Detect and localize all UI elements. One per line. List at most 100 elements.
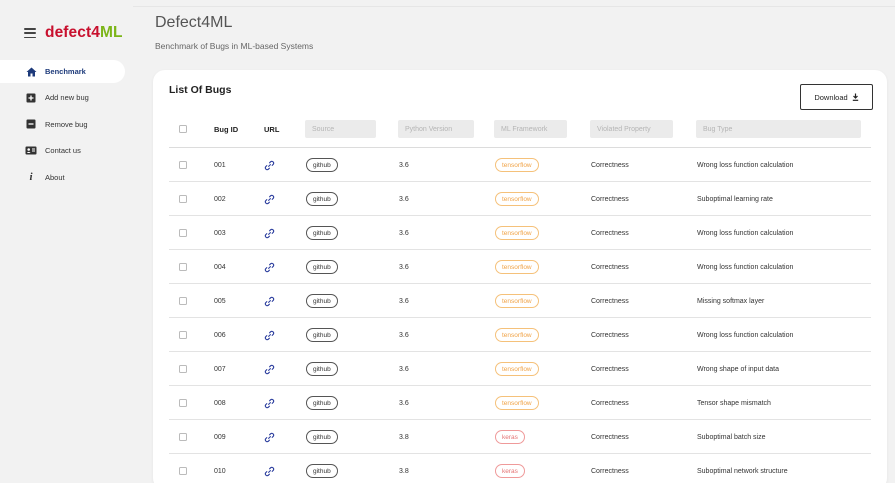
table-row[interactable]: 006 github 3.6 tensorflow Correctness Wr… xyxy=(169,318,871,352)
table-row[interactable]: 002 github 3.6 tensorflow Correctness Su… xyxy=(169,182,871,216)
bug-list-card: List Of Bugs Download Bug ID URL Source … xyxy=(153,70,887,483)
link-icon[interactable] xyxy=(264,296,275,307)
row-checkbox[interactable] xyxy=(179,229,187,237)
table-row[interactable]: 005 github 3.6 tensorflow Correctness Mi… xyxy=(169,284,871,318)
row-checkbox[interactable] xyxy=(179,365,187,373)
source-pill: github xyxy=(306,260,338,274)
row-checkbox-cell xyxy=(179,454,187,483)
table-row[interactable]: 007 github 3.6 tensorflow Correctness Wr… xyxy=(169,352,871,386)
sidebar-nav: Benchmark Add new bug Remove bug Contact… xyxy=(0,60,125,192)
row-checkbox[interactable] xyxy=(179,263,187,271)
row-checkbox[interactable] xyxy=(179,161,187,169)
select-all-checkbox[interactable] xyxy=(179,125,187,133)
url-cell xyxy=(264,284,275,318)
link-icon[interactable] xyxy=(264,194,275,205)
row-checkbox[interactable] xyxy=(179,331,187,339)
link-icon[interactable] xyxy=(264,432,275,443)
contact-card-icon xyxy=(25,145,37,157)
row-checkbox-cell xyxy=(179,216,187,250)
table-row[interactable]: 008 github 3.6 tensorflow Correctness Te… xyxy=(169,386,871,420)
column-header-bug-id[interactable]: Bug ID xyxy=(214,120,238,138)
violated-property: Correctness xyxy=(591,433,629,441)
bug-type: Wrong loss function calculation xyxy=(697,229,794,237)
link-icon[interactable] xyxy=(264,262,275,273)
link-icon[interactable] xyxy=(264,466,275,477)
bug-id: 003 xyxy=(214,229,226,237)
table-row[interactable]: 010 github 3.8 keras Correctness Subopti… xyxy=(169,454,871,483)
framework-pill: tensorflow xyxy=(495,362,539,376)
source-pill: github xyxy=(306,328,338,342)
sidebar-item-remove-bug[interactable]: Remove bug xyxy=(0,113,125,136)
source-pill: github xyxy=(306,226,338,240)
row-checkbox[interactable] xyxy=(179,297,187,305)
download-button[interactable]: Download xyxy=(800,84,873,110)
url-cell xyxy=(264,420,275,454)
source-cell: github xyxy=(306,420,338,454)
bug-id: 005 xyxy=(214,297,226,305)
menu-icon[interactable] xyxy=(24,28,36,38)
row-checkbox[interactable] xyxy=(179,399,187,407)
link-icon[interactable] xyxy=(264,228,275,239)
sidebar: defect4ML Benchmark Add new bug Remove b… xyxy=(0,0,133,483)
python-version: 3.6 xyxy=(399,365,409,373)
table-row[interactable]: 001 github 3.6 tensorflow Correctness Wr… xyxy=(169,148,871,182)
row-checkbox[interactable] xyxy=(179,433,187,441)
sidebar-item-add-new-bug[interactable]: Add new bug xyxy=(0,86,125,109)
column-filter-violated-property[interactable]: Violated Property xyxy=(590,120,673,138)
source-pill: github xyxy=(306,396,338,410)
python-version: 3.6 xyxy=(399,263,409,271)
bug-type: Suboptimal network structure xyxy=(697,467,788,475)
table-header: Bug ID URL Source Python Version ML Fram… xyxy=(153,116,887,146)
python-version: 3.6 xyxy=(399,331,409,339)
table-row[interactable]: 003 github 3.6 tensorflow Correctness Wr… xyxy=(169,216,871,250)
url-cell xyxy=(264,182,275,216)
table-row[interactable]: 009 github 3.8 keras Correctness Subopti… xyxy=(169,420,871,454)
framework-pill: tensorflow xyxy=(495,294,539,308)
link-icon[interactable] xyxy=(264,160,275,171)
python-version: 3.6 xyxy=(399,161,409,169)
source-cell: github xyxy=(306,318,338,352)
table-row[interactable]: 004 github 3.6 tensorflow Correctness Wr… xyxy=(169,250,871,284)
sidebar-item-benchmark[interactable]: Benchmark xyxy=(0,60,125,83)
sidebar-item-label: About xyxy=(45,172,65,182)
sidebar-item-label: Contact us xyxy=(45,146,81,156)
framework-pill: tensorflow xyxy=(495,226,539,240)
card-title: List Of Bugs xyxy=(169,84,232,96)
bug-id: 004 xyxy=(214,263,226,271)
framework-cell: tensorflow xyxy=(495,182,539,216)
link-icon[interactable] xyxy=(264,364,275,375)
column-header-url[interactable]: URL xyxy=(264,120,279,138)
url-cell xyxy=(264,216,275,250)
source-cell: github xyxy=(306,284,338,318)
column-filter-bug-type[interactable]: Bug Type xyxy=(696,120,861,138)
url-cell xyxy=(264,318,275,352)
column-filter-python-version[interactable]: Python Version xyxy=(398,120,474,138)
brand-row: defect4ML xyxy=(24,22,123,44)
brand-logo[interactable]: defect4ML xyxy=(45,24,123,42)
column-filter-source[interactable]: Source xyxy=(305,120,376,138)
violated-property: Correctness xyxy=(591,229,629,237)
framework-cell: tensorflow xyxy=(495,250,539,284)
link-icon[interactable] xyxy=(264,330,275,341)
column-filter-ml-framework[interactable]: ML Framework xyxy=(494,120,567,138)
row-checkbox-cell xyxy=(179,318,187,352)
source-pill: github xyxy=(306,192,338,206)
python-version: 3.8 xyxy=(399,467,409,475)
framework-pill: tensorflow xyxy=(495,158,539,172)
table-body: 001 github 3.6 tensorflow Correctness Wr… xyxy=(153,148,887,483)
page-subtitle: Benchmark of Bugs in ML-based Systems xyxy=(155,41,314,51)
bug-id: 008 xyxy=(214,399,226,407)
violated-property: Correctness xyxy=(591,263,629,271)
sidebar-item-about[interactable]: i About xyxy=(0,166,125,189)
sidebar-item-contact-us[interactable]: Contact us xyxy=(0,139,125,162)
link-icon[interactable] xyxy=(264,398,275,409)
violated-property: Correctness xyxy=(591,467,629,475)
row-checkbox[interactable] xyxy=(179,195,187,203)
bug-id: 010 xyxy=(214,467,226,475)
bug-type: Suboptimal batch size xyxy=(697,433,766,441)
row-checkbox[interactable] xyxy=(179,467,187,475)
python-version: 3.6 xyxy=(399,399,409,407)
source-pill: github xyxy=(306,294,338,308)
framework-cell: tensorflow xyxy=(495,318,539,352)
row-checkbox-cell xyxy=(179,250,187,284)
